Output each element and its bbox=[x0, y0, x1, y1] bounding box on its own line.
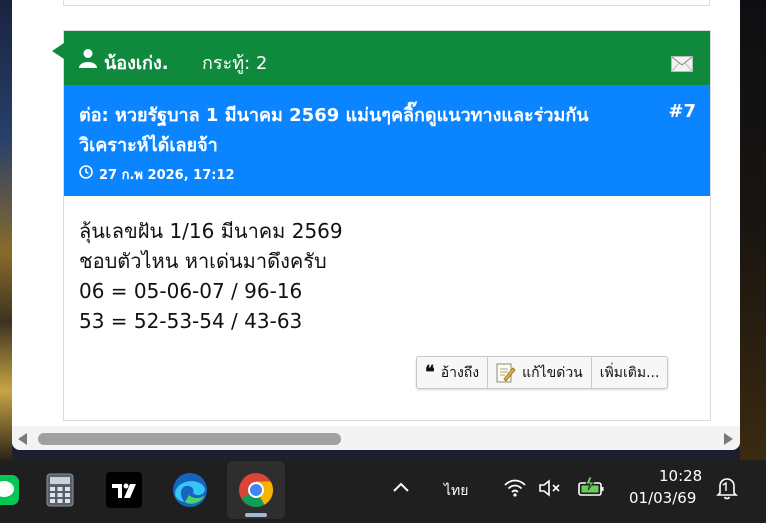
quote-icon: ❝ bbox=[425, 362, 435, 383]
input-language[interactable]: ไทย bbox=[444, 480, 468, 502]
post-title: ต่อ: หวยรัฐบาล 1 มีนาคม 2569 แม่นๆคลิ๊กด… bbox=[79, 105, 589, 156]
page-content: น้องเก่ง. กระทู้: 2 ต่อ: หวยรัฐบาล 1 มีน… bbox=[12, 0, 728, 426]
line-app-icon[interactable] bbox=[0, 470, 24, 510]
quote-button-label: อ้างถึง bbox=[440, 364, 480, 381]
calculator-app-icon[interactable] bbox=[40, 470, 80, 510]
post-body-line: 06 = 05-06-07 / 96-16 bbox=[79, 279, 303, 303]
desktop-wallpaper-left bbox=[0, 0, 12, 460]
post-count: กระทู้: 2 bbox=[202, 48, 267, 77]
post-date: 27 ก.พ 2026, 17:12 bbox=[99, 168, 235, 183]
post-count-value: 2 bbox=[255, 53, 268, 74]
horizontal-scroll-thumb[interactable] bbox=[38, 433, 341, 445]
quick-edit-button-label: แก้ไขด่วน bbox=[522, 364, 583, 381]
chrome-app-icon[interactable] bbox=[227, 461, 285, 519]
taskbar-time[interactable]: 10:28 bbox=[659, 467, 702, 485]
taskbar-date[interactable]: 01/03/69 bbox=[629, 489, 696, 507]
previous-post-bottom bbox=[63, 0, 710, 6]
forum-post: น้องเก่ง. กระทู้: 2 ต่อ: หวยรัฐบาล 1 มีน… bbox=[52, 30, 711, 421]
horizontal-scrollbar[interactable] bbox=[12, 426, 740, 450]
post-title-bar: ต่อ: หวยรัฐบาล 1 มีนาคม 2569 แม่นๆคลิ๊กด… bbox=[64, 85, 710, 196]
wifi-icon[interactable] bbox=[503, 478, 527, 498]
speaker-muted-icon[interactable] bbox=[538, 478, 564, 498]
user-icon bbox=[79, 49, 97, 68]
post-body-line: ลุ้นเลขฝัน 1/16 มีนาคม 2569 bbox=[79, 219, 343, 243]
post-actions: ❝ อ้างถึง แก้ไขด่วน เพิ่มเติม... bbox=[416, 356, 669, 389]
tradingview-app-icon[interactable] bbox=[104, 470, 144, 510]
scroll-right-arrow[interactable] bbox=[724, 433, 733, 445]
scroll-left-arrow[interactable] bbox=[18, 433, 27, 445]
post-user-header: น้องเก่ง. กระทู้: 2 bbox=[52, 31, 710, 85]
browser-window: น้องเก่ง. กระทู้: 2 ต่อ: หวยรัฐบาล 1 มีน… bbox=[12, 0, 740, 450]
post-count-label: กระทู้: bbox=[202, 53, 251, 74]
more-button-label: เพิ่มเติม... bbox=[599, 364, 660, 381]
post-number-link[interactable]: #7 bbox=[668, 101, 696, 122]
post-body: ลุ้นเลขฝัน 1/16 มีนาคม 2569 ชอบตัวไหน หา… bbox=[79, 216, 343, 336]
edge-app-icon[interactable] bbox=[170, 470, 210, 510]
more-button[interactable]: เพิ่มเติม... bbox=[592, 357, 668, 388]
clock-icon bbox=[79, 165, 93, 179]
quick-edit-button[interactable]: แก้ไขด่วน bbox=[488, 357, 592, 388]
active-app-indicator bbox=[245, 513, 267, 517]
post-username[interactable]: น้องเก่ง. bbox=[104, 48, 169, 77]
battery-charging-icon[interactable] bbox=[577, 476, 605, 498]
desktop-wallpaper-right bbox=[740, 0, 766, 460]
chevron-up-icon[interactable] bbox=[392, 481, 410, 493]
quote-button[interactable]: ❝ อ้างถึง bbox=[417, 357, 489, 388]
edit-note-icon bbox=[496, 363, 516, 382]
post-body-line: ชอบตัวไหน หาเด่นมาดึงครับ bbox=[79, 249, 327, 273]
mail-icon[interactable] bbox=[671, 56, 693, 72]
notification-bell-icon[interactable] bbox=[716, 476, 738, 500]
post-body-line: 53 = 52-53-54 / 43-63 bbox=[79, 309, 303, 333]
